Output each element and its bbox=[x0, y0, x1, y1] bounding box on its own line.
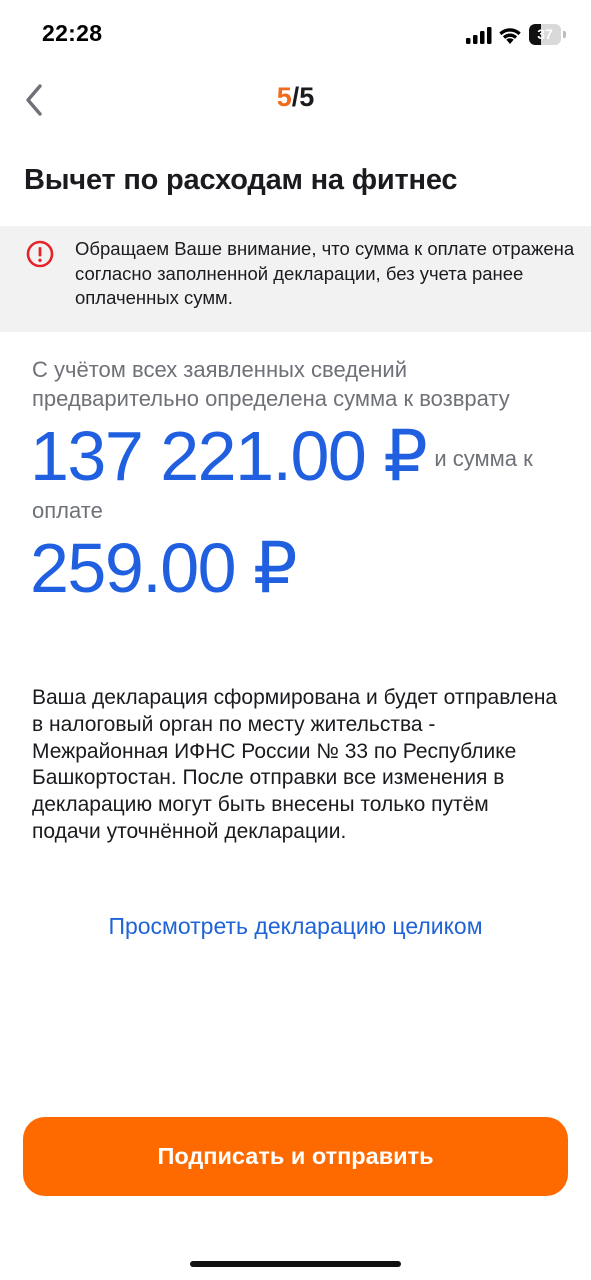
payment-amount: 259.00 ₽ bbox=[30, 529, 298, 607]
notice-banner: Обращаем Ваше внимание, что сумма к опла… bbox=[0, 226, 591, 332]
wifi-icon bbox=[499, 28, 521, 44]
refund-suffix: и сумма к bbox=[434, 446, 533, 471]
view-declaration-link[interactable]: Просмотреть декларацию целиком bbox=[0, 913, 591, 940]
status-time: 22:28 bbox=[42, 20, 103, 46]
page-title: Вычет по расходам на фитнес bbox=[24, 164, 458, 196]
battery-icon: 37 bbox=[529, 24, 567, 45]
battery-cap bbox=[563, 31, 566, 38]
status-bar: 22:28 37 bbox=[0, 0, 591, 70]
payment-label: оплате bbox=[32, 498, 103, 523]
summary-intro: С учётом всех заявленных сведений предва… bbox=[32, 357, 510, 411]
cellular-signal-icon bbox=[466, 27, 492, 44]
refund-line: 137 221.00 ₽ и сумма к bbox=[30, 414, 580, 498]
battery-percentage: 37 bbox=[537, 26, 553, 42]
refund-amount: 137 221.00 ₽ bbox=[30, 417, 428, 495]
step-counter: 5/5 bbox=[0, 82, 591, 113]
alert-circle-icon bbox=[26, 240, 54, 268]
step-current: 5 bbox=[276, 82, 292, 112]
step-total: 5 bbox=[299, 82, 315, 112]
notice-text: Обращаем Ваше внимание, что сумма к опла… bbox=[75, 238, 575, 308]
home-indicator bbox=[190, 1261, 401, 1267]
declaration-info: Ваша декларация сформирована и будет отп… bbox=[32, 686, 558, 843]
battery-body: 37 bbox=[529, 24, 561, 45]
sign-and-send-button[interactable]: Подписать и отправить bbox=[23, 1117, 568, 1196]
